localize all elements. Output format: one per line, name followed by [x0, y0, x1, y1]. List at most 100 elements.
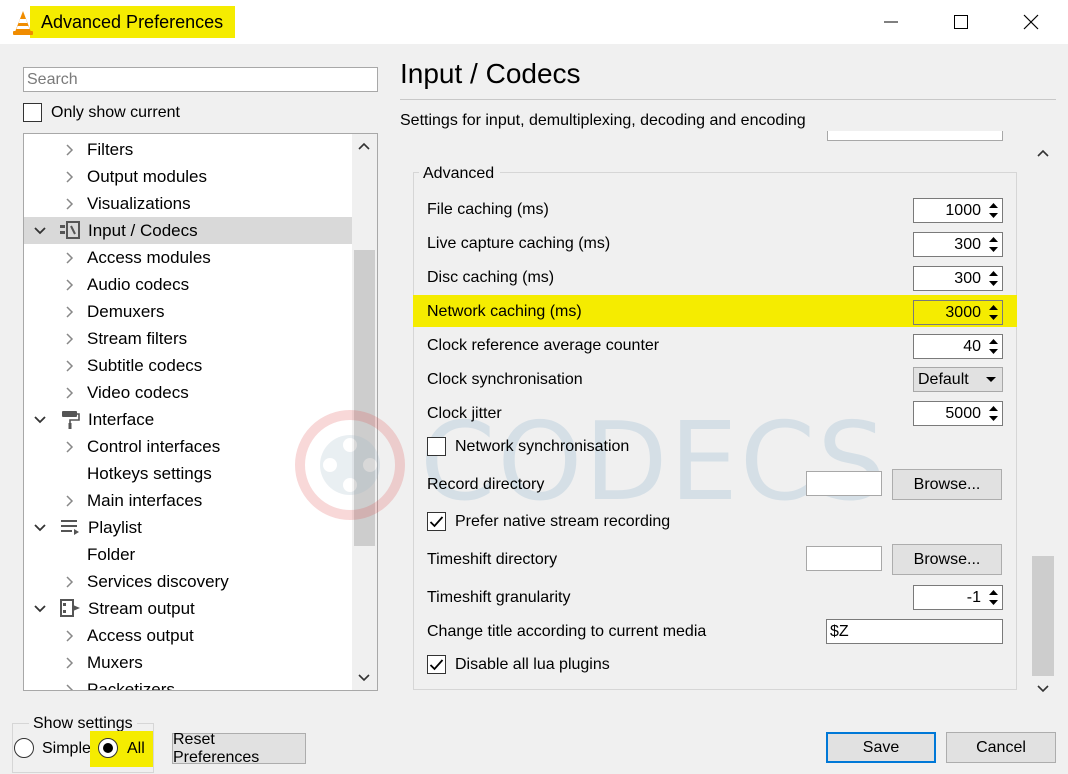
spin-arrows-icon[interactable] [986, 403, 1001, 424]
title-format-value: $Z [830, 623, 849, 640]
disc-caching-spinbox[interactable]: 300 [913, 266, 1003, 291]
chevron-down-icon[interactable] [33, 412, 47, 426]
tree-item-label: Stream output [88, 599, 195, 618]
radio-selected-dot [103, 743, 113, 753]
disable-lua-checkbox[interactable] [427, 655, 446, 674]
network-sync-label: Network synchronisation [455, 438, 630, 455]
scroll-down-icon[interactable] [357, 673, 371, 683]
tree-item-subtitle-codecs[interactable]: Subtitle codecs [24, 352, 352, 379]
chevron-right-icon[interactable] [62, 250, 76, 264]
tree-item-visualizations[interactable]: Visualizations [24, 190, 352, 217]
chevron-right-icon[interactable] [62, 196, 76, 210]
tree-item-interface[interactable]: Interface [24, 406, 352, 433]
chevron-right-icon[interactable] [62, 655, 76, 669]
search-input[interactable] [23, 67, 378, 92]
clock-jitter-spinbox[interactable]: 5000 [913, 401, 1003, 426]
chevron-right-icon[interactable] [62, 169, 76, 183]
title-divider [400, 99, 1056, 100]
timeshift-directory-label: Timeshift directory [427, 551, 558, 568]
tree-scrollbar[interactable] [352, 134, 377, 690]
save-button[interactable]: Save [826, 732, 936, 763]
chevron-right-icon[interactable] [62, 628, 76, 642]
all-radio[interactable] [98, 738, 118, 758]
clock-ref-avg-counter-spinbox[interactable]: 40 [913, 334, 1003, 359]
chevron-right-icon[interactable] [62, 358, 76, 372]
tree-item-label: Access output [87, 626, 194, 645]
chevron-right-icon[interactable] [62, 331, 76, 345]
tree-item-label: Filters [87, 140, 134, 159]
simple-radio-label: Simple [42, 740, 91, 757]
tree-item-access-output[interactable]: Access output [24, 622, 352, 649]
timeshift-directory-input[interactable] [806, 546, 882, 571]
tree-item-label: Packetizers [87, 680, 175, 691]
live-capture-caching-spinbox[interactable]: 300 [913, 232, 1003, 257]
maximize-icon [954, 15, 968, 29]
tree-item-folder[interactable]: Folder [24, 541, 352, 568]
scroll-up-icon[interactable] [357, 141, 371, 151]
spin-arrows-icon[interactable] [986, 302, 1001, 323]
record-directory-browse-button[interactable]: Browse... [892, 469, 1002, 500]
title-format-input[interactable]: $Z [826, 619, 1003, 644]
cancel-button[interactable]: Cancel [946, 732, 1056, 763]
tree-item-control-interfaces[interactable]: Control interfaces [24, 433, 352, 460]
scroll-down-icon[interactable] [1036, 684, 1050, 694]
settings-scroll-thumb[interactable] [1032, 556, 1054, 676]
tree-scroll-thumb[interactable] [354, 250, 375, 546]
spin-arrows-icon[interactable] [986, 268, 1001, 289]
scroll-up-icon[interactable] [1036, 148, 1050, 158]
timeshift-directory-browse-button[interactable]: Browse... [892, 544, 1002, 575]
tree-item-audio-codecs[interactable]: Audio codecs [24, 271, 352, 298]
chevron-right-icon[interactable] [62, 439, 76, 453]
tree-item-input-codecs[interactable]: Input / Codecs [24, 217, 352, 244]
simple-radio[interactable] [14, 738, 34, 758]
tree-item-muxers[interactable]: Muxers [24, 649, 352, 676]
network-caching-spinbox[interactable]: 3000 [913, 300, 1003, 325]
chevron-right-icon[interactable] [62, 493, 76, 507]
reset-preferences-button[interactable]: Reset Preferences [172, 731, 306, 766]
tree-item-playlist[interactable]: Playlist [24, 514, 352, 541]
tree-item-video-codecs[interactable]: Video codecs [24, 379, 352, 406]
partial-field[interactable] [827, 131, 1003, 141]
spin-arrows-icon[interactable] [986, 234, 1001, 255]
only-show-current-label: Only show current [51, 104, 180, 121]
chevron-down-icon[interactable] [33, 601, 47, 615]
record-directory-input[interactable] [806, 471, 882, 496]
tree-item-demuxers[interactable]: Demuxers [24, 298, 352, 325]
tree-item-stream-output[interactable]: Stream output [24, 595, 352, 622]
clock-jitter-label: Clock jitter [427, 405, 502, 422]
clock-sync-select[interactable]: Default [913, 367, 1003, 392]
network-sync-checkbox[interactable] [427, 437, 446, 456]
file-caching-spinbox[interactable]: 1000 [913, 198, 1003, 223]
tree-item-label: Control interfaces [87, 437, 221, 456]
tree-item-label: Input / Codecs [88, 221, 198, 240]
spin-arrows-icon[interactable] [986, 336, 1001, 357]
chevron-right-icon[interactable] [62, 682, 76, 690]
prefer-native-recording-checkbox[interactable] [427, 512, 446, 531]
tree-item-hotkeys-settings[interactable]: Hotkeys settings [24, 460, 352, 487]
spin-arrows-icon[interactable] [986, 200, 1001, 221]
tree-item-label: Main interfaces [87, 491, 203, 510]
chevron-right-icon[interactable] [62, 277, 76, 291]
chevron-right-icon[interactable] [62, 142, 76, 156]
tree-item-services-discovery[interactable]: Services discovery [24, 568, 352, 595]
only-show-current-checkbox[interactable] [23, 103, 42, 122]
tree-item-stream-filters[interactable]: Stream filters [24, 325, 352, 352]
chevron-right-icon[interactable] [62, 574, 76, 588]
tree-item-main-interfaces[interactable]: Main interfaces [24, 487, 352, 514]
chevron-right-icon[interactable] [62, 304, 76, 318]
page-title: Input / Codecs [400, 58, 581, 89]
tree-item-label: Interface [88, 410, 155, 429]
maximize-button[interactable] [926, 0, 996, 44]
minimize-button[interactable] [856, 0, 926, 44]
chevron-down-icon[interactable] [33, 520, 47, 534]
chevron-right-icon[interactable] [62, 385, 76, 399]
tree-item-access-modules[interactable]: Access modules [24, 244, 352, 271]
close-button[interactable] [996, 0, 1066, 44]
tree-item-packetizers[interactable]: Packetizers [24, 676, 352, 691]
chevron-down-icon[interactable] [33, 223, 47, 237]
timeshift-granularity-spinbox[interactable]: -1 [913, 585, 1003, 610]
tree-item-filters[interactable]: Filters [24, 136, 352, 163]
tree-item-output-modules[interactable]: Output modules [24, 163, 352, 190]
spin-arrows-icon[interactable] [986, 587, 1001, 608]
close-icon [1023, 14, 1039, 30]
